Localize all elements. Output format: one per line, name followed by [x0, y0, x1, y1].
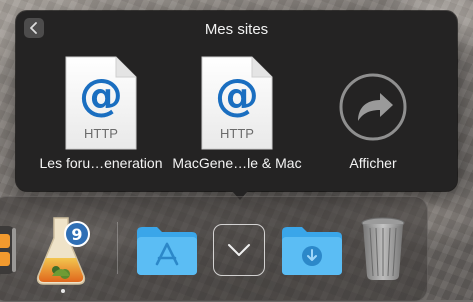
svg-text:HTTP: HTTP	[220, 126, 254, 141]
stack-popover: Mes sites @ HTTP Les foru…eneration @ HT…	[16, 11, 457, 200]
http-location-file-icon: @ HTTP	[201, 56, 273, 150]
stack-item-label: Afficher	[349, 155, 397, 171]
dock-divider	[117, 222, 118, 274]
downloads-folder-icon[interactable]	[280, 224, 344, 276]
chevron-down-icon	[228, 244, 250, 256]
running-indicator	[61, 289, 65, 293]
svg-text:HTTP: HTTP	[84, 126, 118, 141]
svg-text:@: @	[215, 70, 259, 121]
stack-item-label: Les foru…eneration	[39, 155, 163, 171]
stack-item-label: MacGene…le & Mac	[172, 155, 302, 171]
applications-folder-icon[interactable]	[135, 224, 199, 276]
calculator-icon[interactable]	[0, 226, 20, 274]
open-in-finder-arrow-icon	[339, 73, 407, 141]
http-location-file-icon: @ HTTP	[65, 56, 137, 150]
stack-item-macgeneration[interactable]: @ HTTP MacGene…le & Mac	[172, 55, 302, 185]
svg-text:9: 9	[71, 225, 82, 244]
open-in-finder-item[interactable]: Afficher	[308, 55, 438, 185]
stack-collapse-button[interactable]	[213, 224, 265, 276]
trash-icon[interactable]	[358, 216, 408, 282]
lab-flask-app-icon[interactable]: 9	[32, 214, 94, 288]
svg-text:@: @	[79, 70, 123, 121]
stack-item-les-forums[interactable]: @ HTTP Les foru…eneration	[36, 55, 166, 185]
stack-title: Mes sites	[204, 21, 269, 38]
